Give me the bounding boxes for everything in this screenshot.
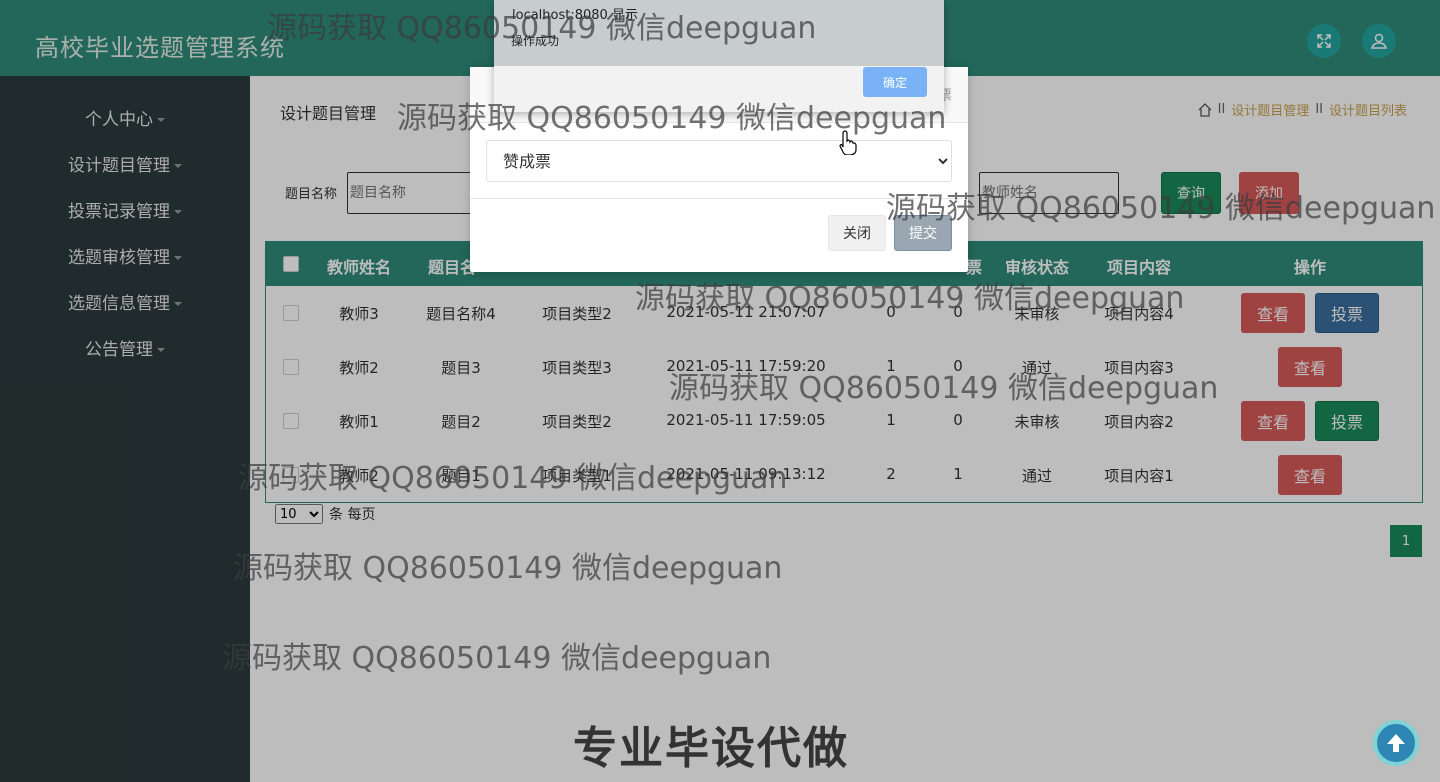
alert-message: 操作成功: [511, 34, 560, 48]
promo-banner: 专业毕设代做: [573, 723, 849, 774]
close-button[interactable]: 关闭: [828, 215, 886, 251]
alert-title: localhost:8080 显示: [512, 8, 638, 23]
scroll-to-top-button[interactable]: [1373, 720, 1419, 766]
alert-ok-button[interactable]: 确定: [863, 67, 927, 97]
modal-divider: [470, 198, 968, 199]
hand-cursor-icon: [839, 130, 857, 155]
submit-button[interactable]: 提交: [894, 215, 952, 251]
browser-alert: localhost:8080 显示 操作成功 确定: [494, 0, 944, 112]
arrow-up-icon: [1387, 734, 1405, 752]
vote-type-select[interactable]: 赞成票: [486, 140, 952, 182]
